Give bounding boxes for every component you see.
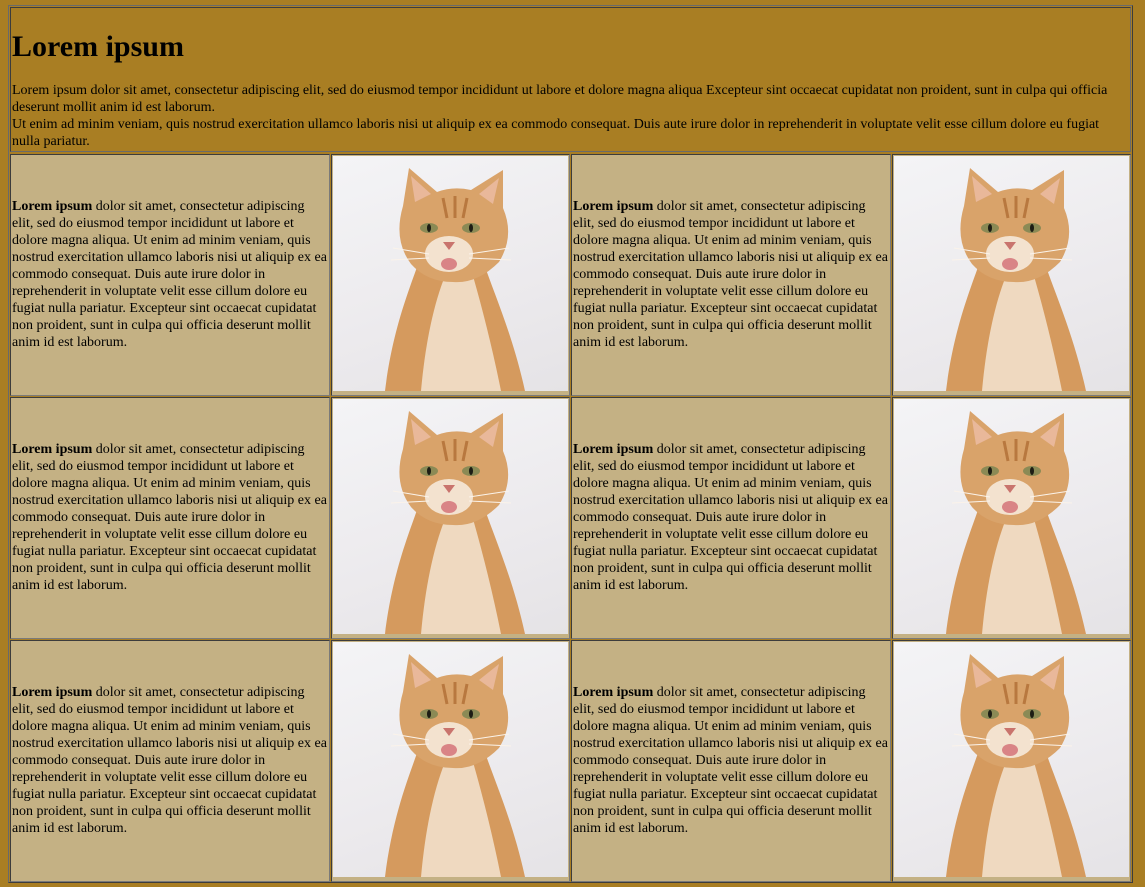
page-frame: Lorem ipsum Lorem ipsum dolor sit amet, … [8,5,1133,883]
intro-text: Lorem ipsum dolor sit amet, consectetur … [12,82,1124,150]
cell-body: dolor sit amet, consectetur adipiscing e… [573,685,888,836]
text-cell: Lorem ipsum dolor sit amet, consectetur … [10,397,330,639]
cell-body: dolor sit amet, consectetur adipiscing e… [573,442,888,593]
cell-body: dolor sit amet, consectetur adipiscing e… [12,685,327,836]
text-cell: Lorem ipsum dolor sit amet, consectetur … [571,154,891,396]
cell-paragraph: Lorem ipsum dolor sit amet, consectetur … [12,441,328,594]
cell-lead: Lorem ipsum [12,199,93,214]
text-cell: Lorem ipsum dolor sit amet, consectetur … [10,640,330,882]
header-section: Lorem ipsum Lorem ipsum dolor sit amet, … [10,7,1131,152]
text-cell: Lorem ipsum dolor sit amet, consectetur … [571,397,891,639]
image-cell [331,640,570,882]
cell-lead: Lorem ipsum [12,685,93,700]
intro-line-1: Lorem ipsum dolor sit amet, consectetur … [12,83,1108,115]
cat-photo [333,642,568,877]
cell-paragraph: Lorem ipsum dolor sit amet, consectetur … [12,684,328,837]
cell-paragraph: Lorem ipsum dolor sit amet, consectetur … [12,198,328,351]
cat-photo [333,399,568,634]
image-cell [892,640,1131,882]
cat-photo [894,642,1129,877]
image-cell [331,154,570,396]
content-grid: Lorem ipsum dolor sit amet, consectetur … [10,154,1131,882]
cat-photo [894,399,1129,634]
text-cell: Lorem ipsum dolor sit amet, consectetur … [571,640,891,882]
cat-photo [894,156,1129,391]
cell-body: dolor sit amet, consectetur adipiscing e… [12,199,327,350]
text-cell: Lorem ipsum dolor sit amet, consectetur … [10,154,330,396]
cell-paragraph: Lorem ipsum dolor sit amet, consectetur … [573,441,889,594]
cell-paragraph: Lorem ipsum dolor sit amet, consectetur … [573,684,889,837]
image-cell [892,154,1131,396]
cell-lead: Lorem ipsum [573,685,654,700]
cell-lead: Lorem ipsum [12,442,93,457]
cell-body: dolor sit amet, consectetur adipiscing e… [573,199,888,350]
cell-paragraph: Lorem ipsum dolor sit amet, consectetur … [573,198,889,351]
cat-photo [333,156,568,391]
image-cell [331,397,570,639]
image-cell [892,397,1131,639]
cell-lead: Lorem ipsum [573,442,654,457]
intro-line-2: Ut enim ad minim veniam, quis nostrud ex… [12,117,1100,149]
cell-lead: Lorem ipsum [573,199,654,214]
page-title: Lorem ipsum [12,30,184,63]
cell-body: dolor sit amet, consectetur adipiscing e… [12,442,327,593]
